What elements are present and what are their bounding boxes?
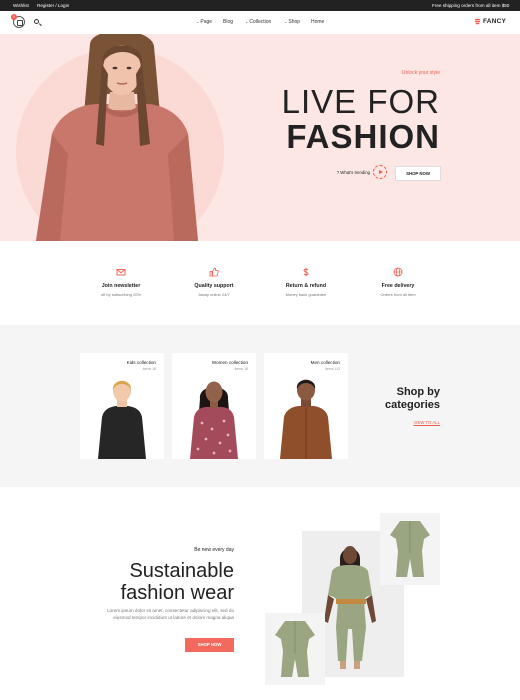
jumpsuit-product-top[interactable]: [380, 513, 440, 585]
play-video-icon[interactable]: [373, 165, 387, 179]
category-count: Items 18: [142, 367, 156, 371]
nav-item-collection[interactable]: ⌄Collection: [245, 19, 271, 25]
shipping-note: Free shipping orders from all item $50: [432, 3, 510, 8]
men-collection-image: [280, 379, 332, 459]
chevron-down-icon: ⌄: [196, 19, 200, 24]
women-collection-image: [190, 381, 238, 459]
jumpsuit-product-image: [390, 521, 430, 577]
hero-title-line2: FASHION: [286, 118, 440, 155]
brand-logo-icon[interactable]: [474, 18, 481, 25]
feature-refund[interactable]: Return & refund Money back guarantee: [261, 267, 351, 297]
register-login-link[interactable]: Register / Login: [37, 3, 69, 8]
hero-shop-now-button[interactable]: SHOP NOW: [395, 166, 441, 181]
nav-item-shop[interactable]: ⌄Shop: [284, 19, 300, 25]
search-icon[interactable]: [34, 19, 39, 24]
category-count: Items 18: [234, 367, 248, 371]
feature-delivery[interactable]: Free delivery Orders from all item: [353, 267, 443, 297]
category-card-men[interactable]: Men collection Items 113: [264, 353, 348, 459]
categories-heading: Shop by categories: [384, 386, 440, 411]
feature-desc: off by subscribing 20%: [100, 292, 142, 297]
header: 0 ⌄Page Blog ⌄Collection ⌄Shop Home FANC…: [0, 11, 520, 34]
globe-icon: [393, 267, 403, 277]
feature-title: Join newsletter: [101, 283, 141, 289]
feature-desc: Money back guarantee: [285, 292, 327, 297]
jumpsuit-product-bottom[interactable]: [265, 613, 325, 685]
sustainable-description: Lorem ipsum dolor sit amet, consectetur …: [107, 608, 234, 620]
whats-trending-label[interactable]: ? What's trending: [310, 170, 370, 175]
hero-model-image: [36, 34, 198, 241]
category-title: Men collection: [310, 360, 340, 365]
nav-item-home[interactable]: Home: [311, 19, 324, 25]
chevron-down-icon: ⌄: [245, 19, 249, 24]
hero-tagline: Unlock your style: [401, 70, 440, 76]
mail-icon: [116, 269, 126, 276]
category-card-women[interactable]: Women collection Items 18: [172, 353, 256, 459]
feature-title: Quality support: [194, 283, 234, 289]
hero-title-line1: LIVE FOR: [281, 83, 440, 120]
kids-collection-image: [98, 380, 146, 459]
sustainable-shop-now-button[interactable]: SHOP NOW: [185, 638, 234, 652]
cart-count-badge: 0: [11, 14, 17, 20]
jumpsuit-product-image: [275, 621, 315, 677]
feature-title: Return & refund: [285, 283, 327, 289]
sustainable-heading: Sustainable fashion wear: [120, 560, 234, 604]
feature-desc: Orders from all item: [380, 292, 416, 297]
feature-newsletter[interactable]: Join newsletter off by subscribing 20%: [76, 267, 166, 297]
brand-name[interactable]: FANCY: [483, 18, 506, 25]
feature-title: Free delivery: [381, 283, 415, 289]
hero-banner: Unlock your style LIVE FOR FASHION ? Wha…: [0, 34, 520, 241]
categories-section: Kids collection Items 18 Women collectio…: [0, 325, 520, 487]
category-title: Women collection: [211, 360, 248, 365]
category-title: Kids collection: [126, 360, 156, 365]
category-count: Items 113: [324, 367, 340, 371]
nav-item-page[interactable]: ⌄Page: [196, 19, 212, 25]
dollar-icon: [303, 267, 309, 277]
nav-item-blog[interactable]: Blog: [223, 19, 233, 25]
feature-support[interactable]: Quality support Alway online 24/7: [169, 267, 259, 297]
sustainable-kicker: Be new every day: [194, 547, 234, 553]
wishlist-link[interactable]: Wishlist: [13, 3, 29, 8]
chevron-down-icon: ⌄: [284, 19, 288, 24]
features-row: Join newsletter off by subscribing 20% Q…: [0, 241, 520, 325]
sustainable-section: Be new every day Sustainable fashion wea…: [0, 487, 520, 700]
thumbs-up-icon: [209, 267, 219, 277]
feature-desc: Alway online 24/7: [198, 292, 230, 297]
category-card-kids[interactable]: Kids collection Items 18: [80, 353, 164, 459]
top-bar: Wishlist Register / Login Free shipping …: [0, 0, 520, 11]
view-all-link[interactable]: VIEW TO ALL: [380, 420, 440, 425]
